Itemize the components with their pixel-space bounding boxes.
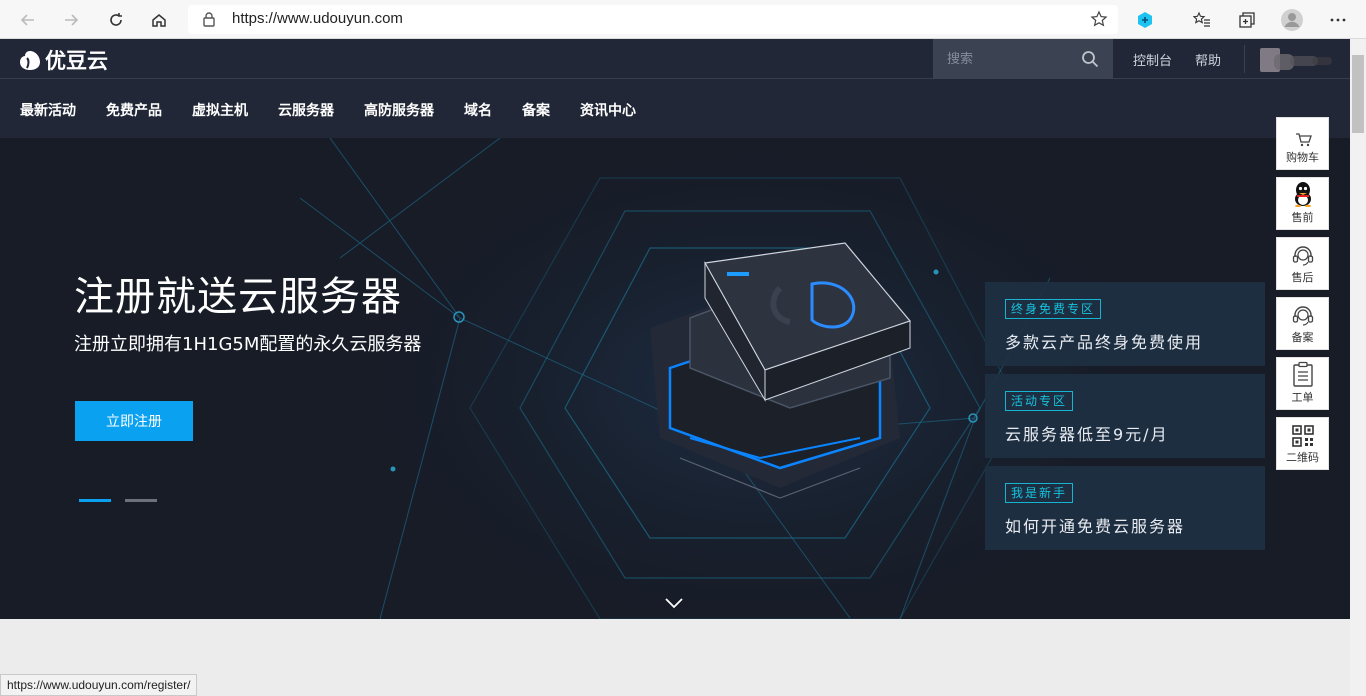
- search-input[interactable]: [947, 49, 1077, 69]
- promo-text: 多款云产品终身免费使用: [1005, 333, 1204, 352]
- carousel-dot[interactable]: [125, 499, 157, 502]
- home-button[interactable]: [145, 6, 173, 34]
- side-ticket-button[interactable]: 工单: [1276, 357, 1329, 410]
- hero-title: 注册就送云服务器: [74, 274, 402, 320]
- scrollbar-thumb[interactable]: [1352, 55, 1364, 133]
- side-presales-button[interactable]: 售前: [1276, 177, 1329, 230]
- refresh-button[interactable]: [102, 6, 130, 34]
- promo-text: 如何开通免费云服务器: [1005, 517, 1186, 536]
- refresh-icon: [110, 13, 122, 26]
- forward-arrow-icon: [65, 14, 79, 26]
- carousel-dot-active[interactable]: [79, 499, 111, 502]
- promo-tag: 我是新手: [1005, 483, 1074, 503]
- favorites-list-icon: [1193, 11, 1210, 27]
- nav-item-free-products[interactable]: 免费产品: [106, 100, 162, 120]
- browser-toolbar: https://www.udouyun.com: [0, 0, 1366, 39]
- page-below-fold: [0, 619, 1350, 696]
- nav-item-news-center[interactable]: 资讯中心: [580, 100, 636, 120]
- clipboard-icon: [1292, 361, 1313, 387]
- qq-penguin-icon: [1294, 182, 1311, 207]
- profile-avatar-icon: [1281, 9, 1303, 31]
- site-topbar: 优豆云 控制台 帮助: [0, 39, 1350, 79]
- site-search[interactable]: [933, 39, 1113, 79]
- promo-tag: 活动专区: [1005, 391, 1074, 411]
- hero-subtitle: 注册立即拥有1H1G5M配置的永久云服务器: [74, 334, 422, 355]
- headset-icon: [1292, 306, 1313, 326]
- extension-button[interactable]: [1131, 6, 1159, 34]
- register-button[interactable]: 立即注册: [75, 401, 193, 441]
- nav-item-ddos-server[interactable]: 高防服务器: [364, 100, 434, 120]
- qr-code-icon: [1291, 425, 1314, 447]
- nav-item-icp-filing[interactable]: 备案: [522, 100, 550, 120]
- promo-card-newbie[interactable]: 我是新手 如何开通免费云服务器: [985, 466, 1265, 550]
- side-filing-button[interactable]: 备案: [1276, 297, 1329, 350]
- home-icon: [152, 14, 166, 27]
- favorite-star-icon[interactable]: [1090, 10, 1108, 32]
- nav-item-latest-activities[interactable]: 最新活动: [20, 100, 76, 120]
- promo-card-lifetime-free[interactable]: 终身免费专区 多款云产品终身免费使用: [985, 282, 1265, 366]
- logo-text: 优豆云: [45, 49, 108, 73]
- side-label: 二维码: [1286, 451, 1319, 464]
- side-cart-button[interactable]: 购物车: [1276, 117, 1329, 170]
- main-navigation: 最新活动 免费产品 虚拟主机 云服务器 高防服务器 域名 备案 资讯中心: [0, 79, 1350, 138]
- site-logo[interactable]: 优豆云: [18, 45, 108, 75]
- settings-menu-button[interactable]: [1324, 6, 1352, 34]
- page-scrollbar[interactable]: [1350, 39, 1366, 696]
- favorites-button[interactable]: [1188, 6, 1216, 34]
- forward-button[interactable]: [57, 6, 85, 34]
- website: 优豆云 控制台 帮助 最新活动 免费产品 虚拟主机 云服务器 高防服务器 域名 …: [0, 39, 1350, 696]
- side-label: 售前: [1291, 211, 1314, 224]
- address-url[interactable]: https://www.udouyun.com: [232, 10, 403, 27]
- cart-icon: [1295, 133, 1312, 147]
- side-qrcode-button[interactable]: 二维码: [1276, 417, 1329, 470]
- side-label: 购物车: [1286, 151, 1319, 164]
- promo-text: 云服务器低至9元/月: [1005, 425, 1169, 444]
- back-button[interactable]: [14, 6, 42, 34]
- side-label: 售后: [1291, 271, 1314, 284]
- extension-icon: [1138, 12, 1152, 28]
- console-link[interactable]: 控制台: [1133, 50, 1172, 69]
- scroll-down-chevron-icon[interactable]: [664, 594, 684, 613]
- user-avatar-blurred[interactable]: [1260, 44, 1334, 74]
- nav-item-virtual-hosting[interactable]: 虚拟主机: [192, 100, 248, 120]
- promo-card-activity[interactable]: 活动专区 云服务器低至9元/月: [985, 374, 1265, 458]
- side-label: 备案: [1291, 331, 1314, 344]
- side-aftersales-button[interactable]: 售后: [1276, 237, 1329, 290]
- hero-banner: 注册就送云服务器 注册立即拥有1H1G5M配置的永久云服务器 立即注册 终身免费…: [0, 138, 1350, 619]
- promo-tag: 终身免费专区: [1005, 299, 1102, 319]
- nav-item-cloud-server[interactable]: 云服务器: [278, 100, 334, 120]
- bean-logo-icon: [20, 51, 40, 70]
- back-arrow-icon: [20, 14, 34, 26]
- collections-button[interactable]: [1233, 6, 1261, 34]
- status-bar-link-preview: https://www.udouyun.com/register/: [0, 674, 198, 696]
- nav-item-domain[interactable]: 域名: [464, 100, 492, 120]
- search-icon[interactable]: [1081, 50, 1099, 72]
- address-bar[interactable]: https://www.udouyun.com: [188, 5, 1118, 34]
- more-dots-icon: [1330, 18, 1346, 22]
- help-link[interactable]: 帮助: [1195, 50, 1221, 69]
- collections-icon: [1239, 12, 1255, 28]
- headset-icon: [1292, 246, 1313, 266]
- lock-icon: [202, 11, 216, 31]
- profile-button[interactable]: [1278, 6, 1306, 34]
- header-divider: [1244, 45, 1245, 73]
- side-label: 工单: [1291, 391, 1314, 404]
